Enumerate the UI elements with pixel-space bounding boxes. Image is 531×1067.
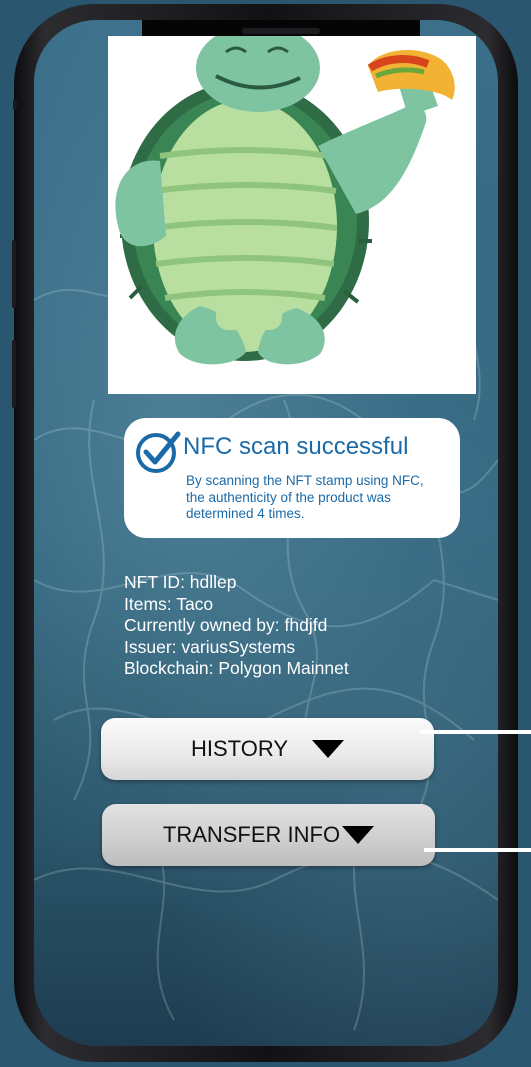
nft-items: Items: Taco <box>124 593 214 614</box>
nft-issuer: Issuer: variusSystems <box>124 636 296 657</box>
mute-switch <box>13 100 17 110</box>
check-circle-icon <box>136 431 181 473</box>
nfc-status-description: By scanning the NFT stamp using NFC, the… <box>186 473 424 521</box>
nft-info-block: NFT ID: hdllep Items: Taco Currently own… <box>124 572 454 680</box>
volume-down-button <box>12 340 16 408</box>
nft-owner: Currently owned by: fhdjfd <box>124 615 328 635</box>
history-button-label: HISTORY <box>191 736 288 761</box>
transfer-info-button[interactable]: TRANSFER INFO <box>102 804 435 866</box>
nfc-status-title: NFC scan successful <box>183 433 409 460</box>
transfer-connector-line <box>424 848 531 852</box>
nfc-status-card: NFC scan successful By scanning the NFT … <box>124 418 460 538</box>
turtle-taco-illustration <box>115 36 455 365</box>
nft-id: NFT ID: hdllep <box>124 572 237 592</box>
volume-up-button <box>12 240 16 308</box>
history-connector-line <box>420 730 531 734</box>
nft-blockchain: Blockchain: Polygon Mainnet <box>124 658 349 678</box>
history-button[interactable]: HISTORY <box>101 718 434 780</box>
chevron-down-icon <box>312 740 344 758</box>
transfer-info-button-label: TRANSFER INFO <box>162 822 341 847</box>
chevron-down-icon <box>342 826 375 844</box>
speaker-grille <box>242 28 320 34</box>
product-image <box>108 36 476 394</box>
